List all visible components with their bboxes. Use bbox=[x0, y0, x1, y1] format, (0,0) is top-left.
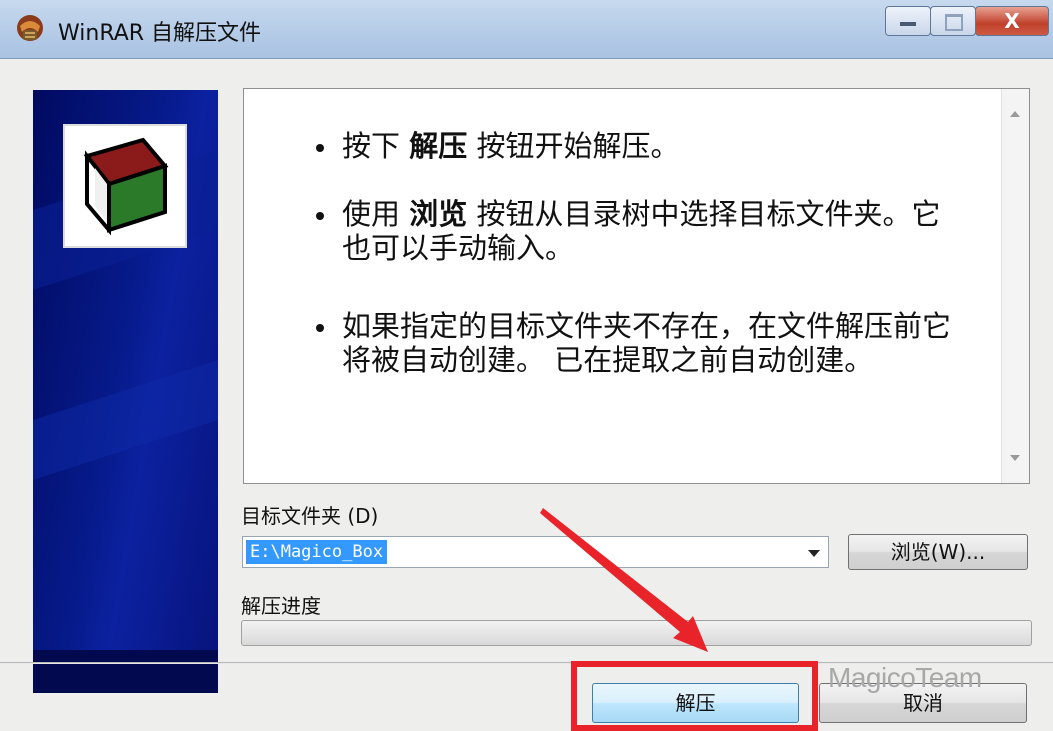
scroll-down-icon[interactable] bbox=[1010, 455, 1020, 461]
instructions-list: 按下 解压 按钮开始解压。 使用 浏览 按钮从目录树中选择目标文件夹。它也可以手… bbox=[314, 129, 964, 411]
side-banner bbox=[33, 90, 218, 693]
instruction-item: 按下 解压 按钮开始解压。 bbox=[314, 129, 964, 163]
close-button[interactable]: X bbox=[975, 6, 1049, 36]
instruction-text: 使用 bbox=[342, 197, 410, 231]
scroll-up-icon[interactable] bbox=[1010, 111, 1020, 117]
minimize-icon bbox=[900, 22, 916, 26]
window-title: WinRAR 自解压文件 bbox=[58, 21, 262, 46]
extraction-progress-bar bbox=[241, 620, 1032, 646]
instruction-text: 如果指定的目标文件夹不存在，在文件解压前它将被自动创建。 已在提取之前自动创建。 bbox=[342, 309, 952, 377]
close-icon: X bbox=[1004, 9, 1020, 33]
book-icon bbox=[83, 137, 169, 236]
title-bar[interactable]: WinRAR 自解压文件 X bbox=[0, 0, 1053, 59]
instruction-item: 如果指定的目标文件夹不存在，在文件解压前它将被自动创建。 已在提取之前自动创建。 bbox=[314, 309, 964, 377]
instruction-text: 按钮开始解压。 bbox=[467, 129, 680, 163]
instructions-panel: 按下 解压 按钮开始解压。 使用 浏览 按钮从目录树中选择目标文件夹。它也可以手… bbox=[243, 88, 1030, 484]
minimize-button[interactable] bbox=[885, 6, 931, 36]
progress-label: 解压进度 bbox=[241, 594, 321, 618]
instruction-text: 按下 bbox=[342, 129, 410, 163]
destination-label: 目标文件夹 (D) bbox=[241, 504, 379, 528]
caption-buttons: X bbox=[885, 6, 1049, 36]
instruction-keyword: 解压 bbox=[409, 129, 468, 163]
archive-logo bbox=[63, 124, 187, 248]
maximize-icon bbox=[945, 14, 963, 31]
instruction-item: 使用 浏览 按钮从目录树中选择目标文件夹。它也可以手动输入。 bbox=[314, 197, 964, 265]
destination-combobox[interactable]: E:\Magico_Box bbox=[242, 536, 829, 568]
maximize-button[interactable] bbox=[930, 6, 976, 36]
highlight-box bbox=[571, 661, 818, 731]
destination-input[interactable]: E:\Magico_Box bbox=[246, 540, 388, 564]
browse-button[interactable]: 浏览(W)... bbox=[848, 534, 1028, 570]
watermark-text: MagicoTeam bbox=[828, 662, 982, 693]
chevron-down-icon[interactable] bbox=[808, 550, 820, 557]
instruction-keyword: 浏览 bbox=[409, 197, 468, 231]
winrar-icon bbox=[17, 15, 43, 41]
vertical-scrollbar[interactable] bbox=[1001, 89, 1029, 483]
